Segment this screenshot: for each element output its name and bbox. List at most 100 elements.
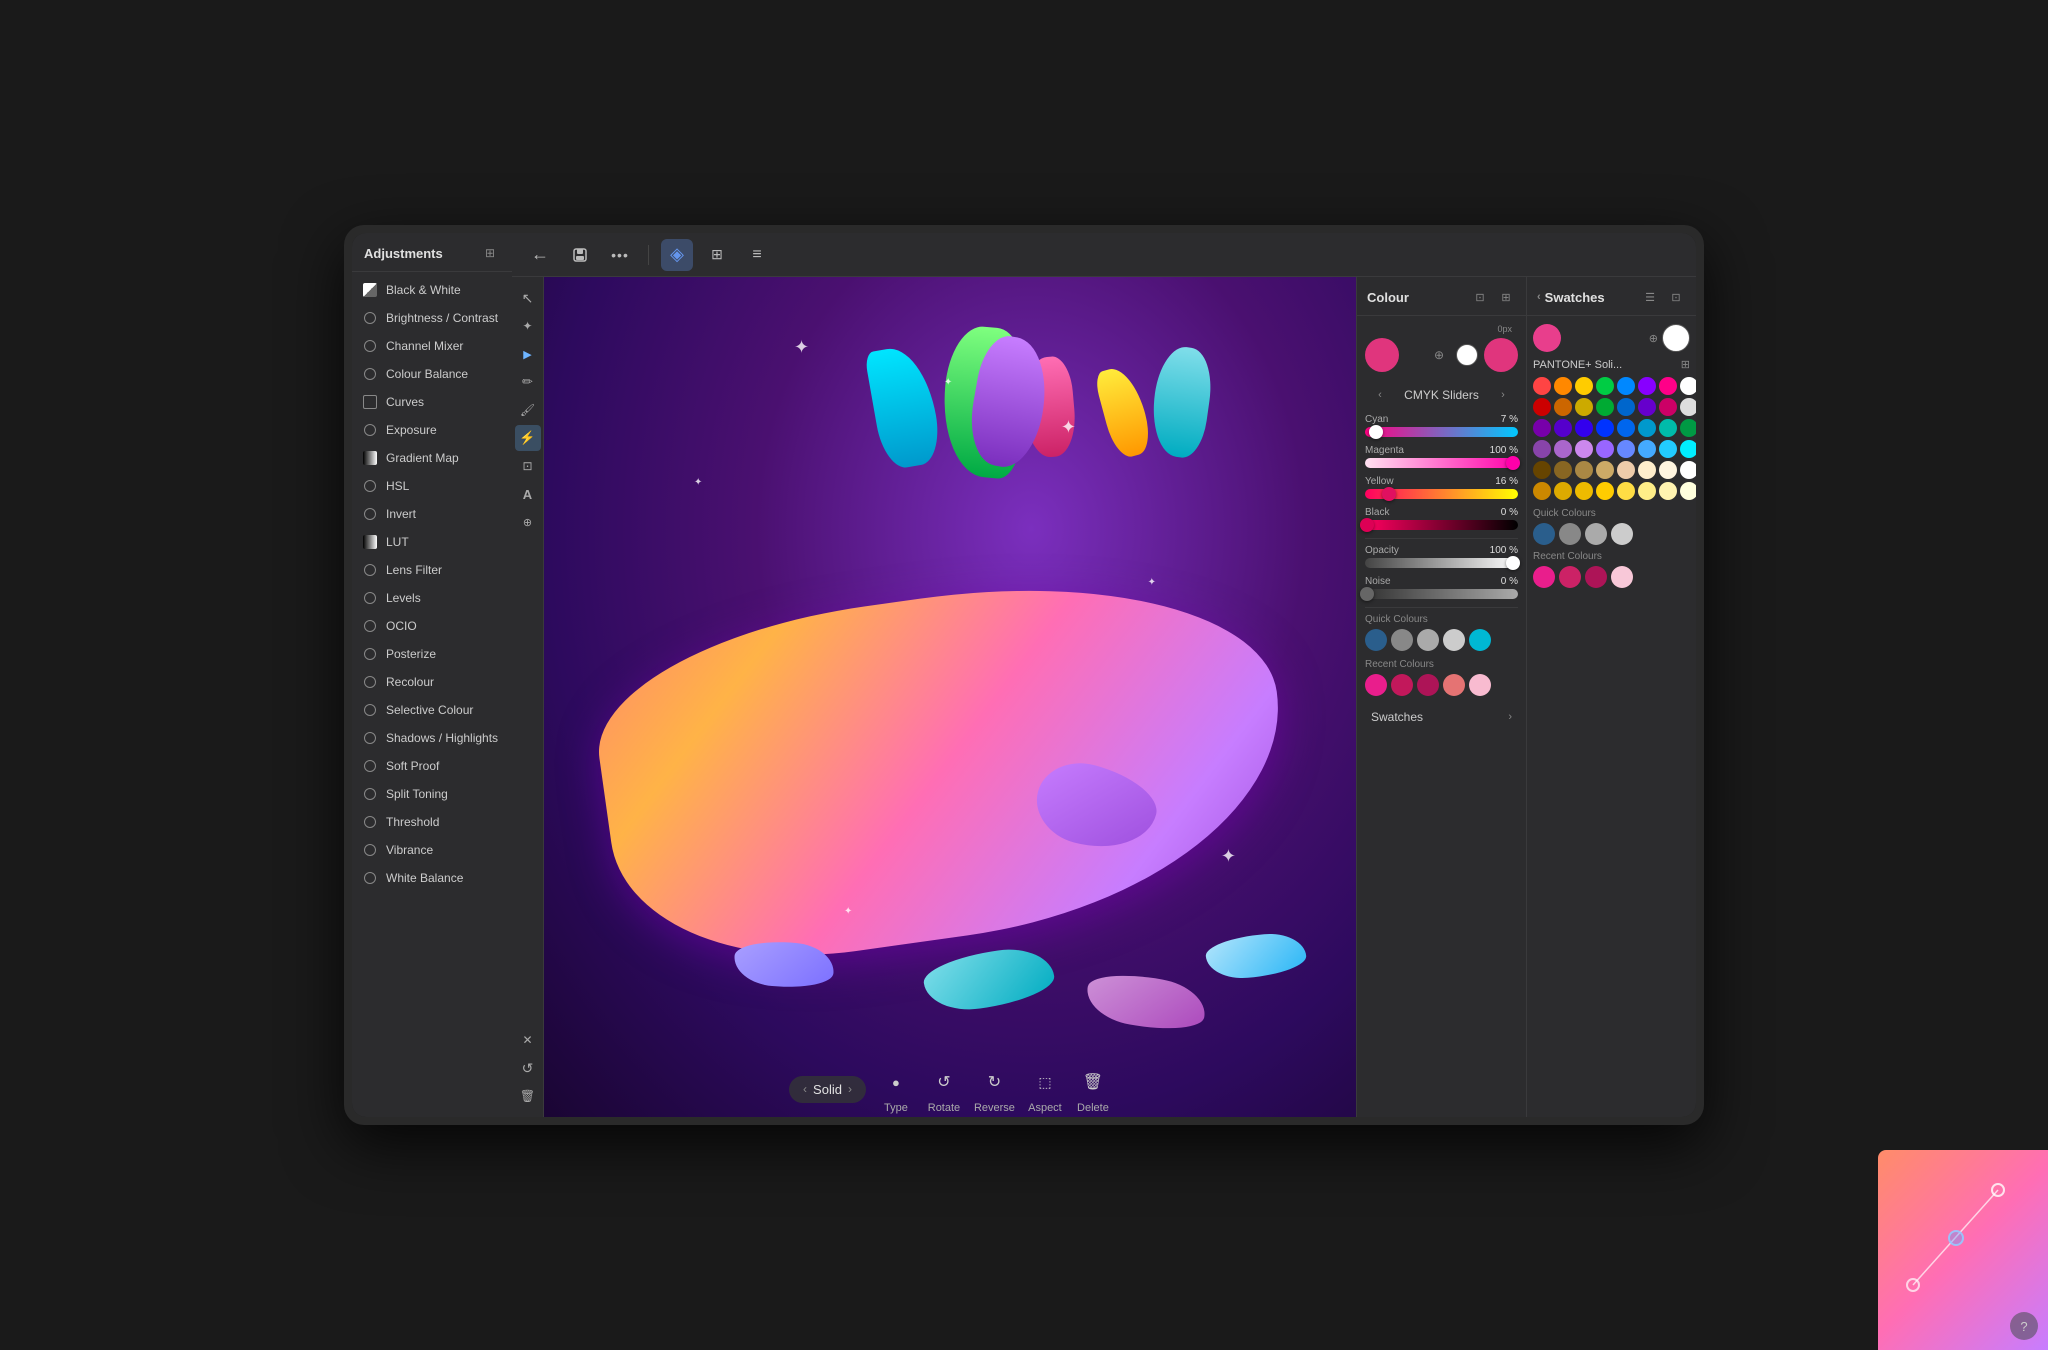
noise-thumb[interactable] xyxy=(1360,587,1374,601)
colour-grid-btn[interactable]: ⊞ xyxy=(1496,287,1516,307)
adj-item-shadows-highlights[interactable]: Shadows / Highlights xyxy=(352,724,512,752)
layers-btn[interactable]: ≡ xyxy=(741,239,773,271)
swatch-row3-5[interactable] xyxy=(1638,419,1656,437)
swatch-row5-6[interactable] xyxy=(1659,461,1677,479)
swatch-row5-7[interactable] xyxy=(1680,461,1696,479)
noise-track[interactable] xyxy=(1365,589,1518,599)
swatch-row1-6[interactable] xyxy=(1659,377,1677,395)
swatch-row3-6[interactable] xyxy=(1659,419,1677,437)
swatch-row5-3[interactable] xyxy=(1596,461,1614,479)
adj-item-ocio[interactable]: OCIO xyxy=(352,612,512,640)
cyan-thumb[interactable] xyxy=(1369,425,1383,439)
adj-item-recolour[interactable]: Recolour xyxy=(352,668,512,696)
quick-color-4[interactable] xyxy=(1469,629,1491,651)
sp-recent-1[interactable] xyxy=(1559,566,1581,588)
swatch-row4-4[interactable] xyxy=(1617,440,1635,458)
reverse-btn[interactable]: ↻ xyxy=(976,1064,1012,1100)
swatch-row4-7[interactable] xyxy=(1680,440,1696,458)
right-color-swatch[interactable] xyxy=(1484,338,1518,372)
cmyk-next-btn[interactable]: › xyxy=(1494,386,1512,404)
swatch-row1-3[interactable] xyxy=(1596,377,1614,395)
swatch-row3-3[interactable] xyxy=(1596,419,1614,437)
adjustments-menu-btn[interactable]: ⊞ xyxy=(480,243,500,263)
secondary-color-swatch[interactable] xyxy=(1456,344,1478,366)
swatch-row4-5[interactable] xyxy=(1638,440,1656,458)
yellow-thumb[interactable] xyxy=(1382,487,1396,501)
aspect-btn[interactable]: ⬚ xyxy=(1027,1064,1063,1100)
swatch-row2-3[interactable] xyxy=(1596,398,1614,416)
rotate-btn[interactable]: ↺ xyxy=(926,1064,962,1100)
swatch-row2-4[interactable] xyxy=(1617,398,1635,416)
adj-item-colour-balance[interactable]: Colour Balance xyxy=(352,360,512,388)
swatch-row1-4[interactable] xyxy=(1617,377,1635,395)
swatch-row2-1[interactable] xyxy=(1554,398,1572,416)
recent-color-0[interactable] xyxy=(1365,674,1387,696)
adj-item-split-toning[interactable]: Split Toning xyxy=(352,780,512,808)
sp-quick-2[interactable] xyxy=(1585,523,1607,545)
swatch-row5-0[interactable] xyxy=(1533,461,1551,479)
swatch-row2-6[interactable] xyxy=(1659,398,1677,416)
swatch-row5-5[interactable] xyxy=(1638,461,1656,479)
adj-item-black-white[interactable]: Black & White xyxy=(352,276,512,304)
swatch-row4-6[interactable] xyxy=(1659,440,1677,458)
swatch-row4-3[interactable] xyxy=(1596,440,1614,458)
yellow-track[interactable] xyxy=(1365,489,1518,499)
swatches-nav-btn[interactable]: Swatches › xyxy=(1365,702,1518,732)
adj-item-exposure[interactable]: Exposure xyxy=(352,416,512,444)
type-prev-btn[interactable]: ‹ xyxy=(803,1082,807,1096)
primary-color-swatch[interactable] xyxy=(1365,338,1399,372)
recent-color-3[interactable] xyxy=(1443,674,1465,696)
swatch-row4-0[interactable] xyxy=(1533,440,1551,458)
brush-active-tool[interactable]: ⚡ xyxy=(515,425,541,451)
swatch-row5-2[interactable] xyxy=(1575,461,1593,479)
sp-quick-0[interactable] xyxy=(1533,523,1555,545)
adj-item-lens-filter[interactable]: Lens Filter xyxy=(352,556,512,584)
swatch-row1-1[interactable] xyxy=(1554,377,1572,395)
eyedropper-tool[interactable]: ⊕ xyxy=(515,509,541,535)
sp-quick-1[interactable] xyxy=(1559,523,1581,545)
adj-item-white-balance[interactable]: White Balance xyxy=(352,864,512,892)
sp-recent-2[interactable] xyxy=(1585,566,1607,588)
swatch-row1-0[interactable] xyxy=(1533,377,1551,395)
adj-item-soft-proof[interactable]: Soft Proof xyxy=(352,752,512,780)
quick-color-0[interactable] xyxy=(1365,629,1387,651)
grid-view-btn[interactable]: ⊞ xyxy=(701,239,733,271)
swatch-row1-5[interactable] xyxy=(1638,377,1656,395)
recent-color-2[interactable] xyxy=(1417,674,1439,696)
undo-tool-btn[interactable]: ↺ xyxy=(515,1055,541,1081)
magenta-track[interactable] xyxy=(1365,458,1518,468)
black-thumb[interactable] xyxy=(1360,518,1374,532)
canvas-area[interactable]: ✦ ✦ ✦ ✦ ✦ ✦ ✦ ‹ Solid › xyxy=(544,277,1356,1117)
swatch-row2-5[interactable] xyxy=(1638,398,1656,416)
pantone-grid-btn[interactable]: ⊞ xyxy=(1681,358,1690,371)
adj-item-gradient-map[interactable]: Gradient Map xyxy=(352,444,512,472)
swatch-row3-2[interactable] xyxy=(1575,419,1593,437)
vector-tool[interactable]: ▶ xyxy=(515,341,541,367)
swatch-secondary-color[interactable] xyxy=(1662,324,1690,352)
close-tool-btn[interactable]: ✕ xyxy=(515,1027,541,1053)
swatch-row3-0[interactable] xyxy=(1533,419,1551,437)
opacity-track[interactable] xyxy=(1365,558,1518,568)
cmyk-prev-btn[interactable]: ‹ xyxy=(1371,386,1389,404)
adj-item-channel-mixer[interactable]: Channel Mixer xyxy=(352,332,512,360)
swatch-row2-0[interactable] xyxy=(1533,398,1551,416)
swatch-row6-6[interactable] xyxy=(1659,482,1677,500)
swatch-row2-7[interactable] xyxy=(1680,398,1696,416)
swatch-primary-color[interactable] xyxy=(1533,324,1561,352)
sp-recent-3[interactable] xyxy=(1611,566,1633,588)
swatch-row6-2[interactable] xyxy=(1575,482,1593,500)
adj-item-vibrance[interactable]: Vibrance xyxy=(352,836,512,864)
swatch-row6-5[interactable] xyxy=(1638,482,1656,500)
swatch-row6-1[interactable] xyxy=(1554,482,1572,500)
swatch-row6-4[interactable] xyxy=(1617,482,1635,500)
swatch-row1-7[interactable] xyxy=(1680,377,1696,395)
crop-tool[interactable]: ⊡ xyxy=(515,453,541,479)
swatch-row6-0[interactable] xyxy=(1533,482,1551,500)
back-button[interactable]: ← xyxy=(524,239,556,271)
quick-color-3[interactable] xyxy=(1443,629,1465,651)
swatch-row6-7[interactable] xyxy=(1680,482,1696,500)
swatch-row5-1[interactable] xyxy=(1554,461,1572,479)
recent-color-4[interactable] xyxy=(1469,674,1491,696)
adj-item-invert[interactable]: Invert xyxy=(352,500,512,528)
swatch-row4-2[interactable] xyxy=(1575,440,1593,458)
